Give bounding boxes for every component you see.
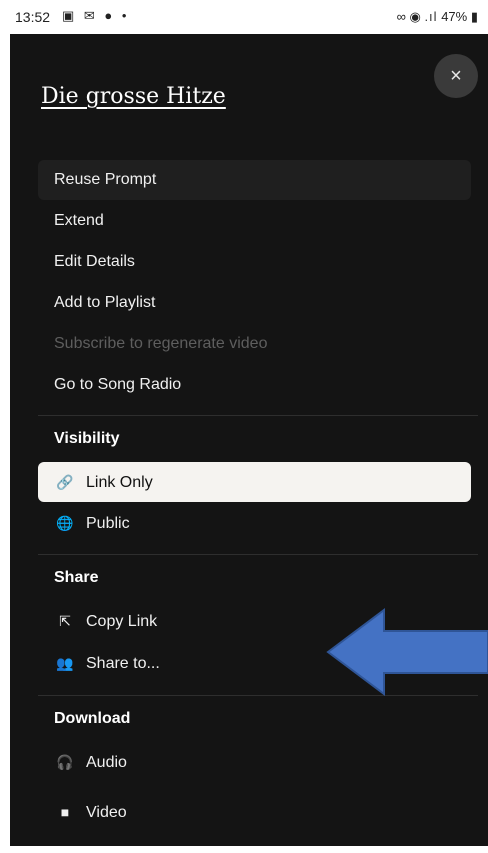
option-label: Video [86,804,127,821]
link-icon: 🔗 [56,474,74,490]
visibility-public[interactable]: 🌐 Public [38,503,471,543]
menu-item-extend[interactable]: Extend [38,201,471,241]
notification-icons: ▣ ✉ ● • [62,8,130,23]
download-header: Download [54,710,131,727]
menu-item-reuse-prompt[interactable]: Reuse Prompt [38,160,471,200]
close-icon: × [450,65,462,87]
song-title[interactable]: Die grosse Hitze [41,84,226,109]
menu-item-add-to-playlist[interactable]: Add to Playlist [38,283,471,323]
annotation-arrow [326,608,488,696]
close-button[interactable]: × [434,54,478,98]
video-camera-icon: ■ [60,804,70,820]
menu-item-subscribe-regenerate: Subscribe to regenerate video [54,335,268,352]
status-bar: 13:52 ▣ ✉ ● • ∞ ◉ .ıl 47% ▮ [0,0,488,34]
battery-level: 47% [441,9,468,24]
option-label: Share to... [86,655,160,672]
visibility-link-only[interactable]: 🔗 Link Only [38,462,471,502]
option-label: Audio [86,754,127,771]
options-sheet: × Die grosse Hitze Reuse Prompt Extend E… [10,34,488,846]
download-video[interactable]: ■ Video [38,792,471,832]
menu-item-song-radio[interactable]: Go to Song Radio [38,365,471,405]
visibility-header: Visibility [54,430,120,447]
option-label: Copy Link [86,613,158,630]
connectivity-icon: ∞ ◉ [396,9,421,24]
option-label: Public [86,515,130,532]
arrow-shape [326,608,488,696]
signal-icon: .ıl [424,9,438,24]
download-audio[interactable]: 🎧 Audio [38,742,471,782]
share-external-icon: ⇱ [59,613,71,629]
people-icon: 👥 [56,655,74,671]
option-label: Link Only [86,474,153,491]
system-icons: ∞ ◉ .ıl 47% ▮ [397,9,478,25]
globe-icon: 🌐 [56,515,74,531]
status-time: 13:52 [15,9,51,25]
divider [38,554,478,555]
share-header: Share [54,569,99,586]
battery-icon: ▮ [470,9,478,24]
menu-item-edit-details[interactable]: Edit Details [38,242,471,282]
divider [38,415,478,416]
headphones-icon: 🎧 [56,754,74,770]
